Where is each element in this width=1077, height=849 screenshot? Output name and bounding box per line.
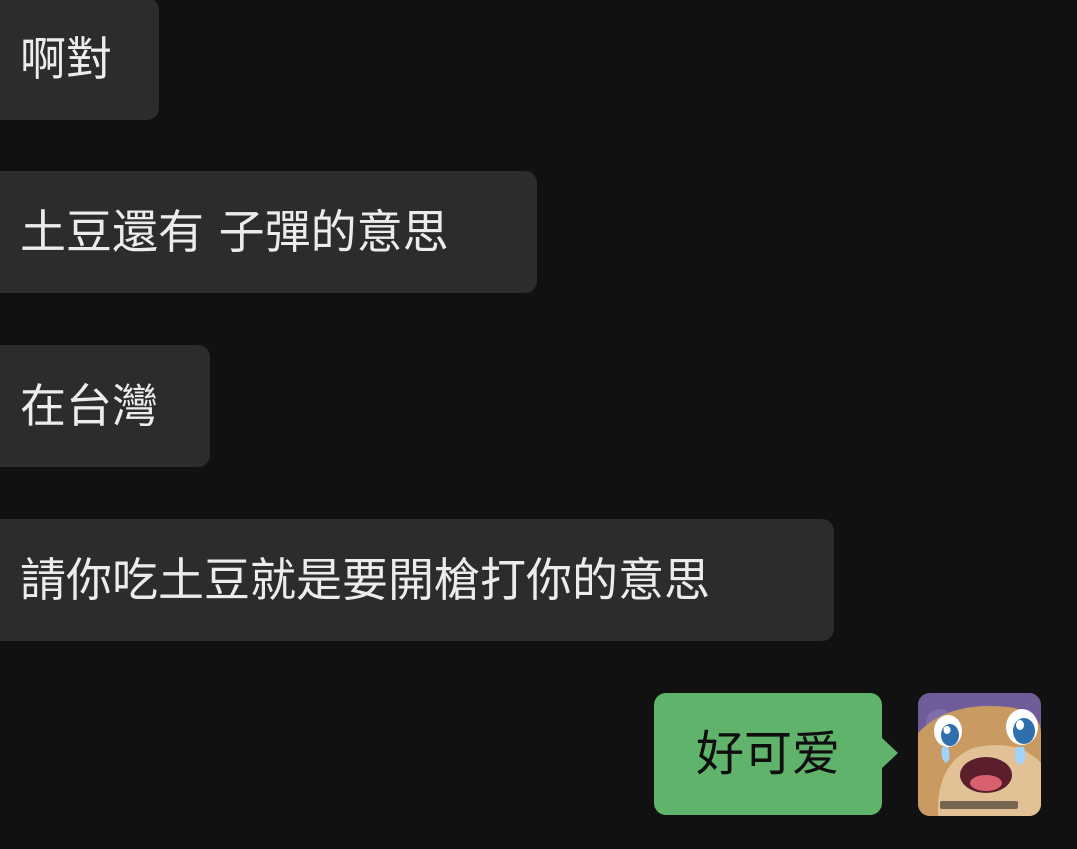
crying-cartoon-avatar-icon <box>918 693 1041 816</box>
message-text: 啊對 <box>20 32 112 86</box>
message-text: 在台灣 <box>20 379 158 433</box>
self-avatar[interactable] <box>918 693 1041 816</box>
incoming-message-bubble[interactable]: 在台灣 <box>0 345 210 467</box>
bubble-tail <box>881 737 898 769</box>
chat-window: 啊對 土豆還有 子彈的意思 在台灣 請你吃土豆就是要開槍打你的意思 好可爱 <box>0 0 1077 849</box>
message-text: 土豆還有 子彈的意思 <box>20 205 449 259</box>
incoming-message-bubble[interactable]: 啊對 <box>0 0 159 120</box>
incoming-message-bubble[interactable]: 土豆還有 子彈的意思 <box>0 171 537 293</box>
incoming-message-bubble[interactable]: 請你吃土豆就是要開槍打你的意思 <box>0 519 834 641</box>
outgoing-message-bubble[interactable]: 好可爱 <box>654 693 898 815</box>
message-text: 好可爱 <box>695 726 840 782</box>
message-text: 請你吃土豆就是要開槍打你的意思 <box>20 553 710 607</box>
